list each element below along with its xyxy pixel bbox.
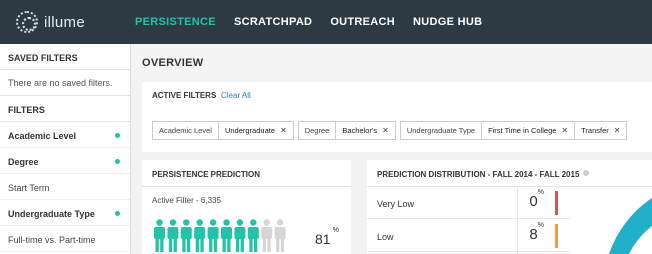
chip-value: Bachelor's bbox=[342, 126, 378, 135]
logo-text: illume bbox=[44, 13, 85, 31]
active-indicator-dot bbox=[115, 133, 120, 138]
filter-chip-degree: Degree Bachelor's ✕ bbox=[297, 121, 396, 140]
logo[interactable]: illume bbox=[0, 0, 131, 44]
person-icon bbox=[167, 219, 179, 252]
person-icon bbox=[180, 219, 192, 252]
filter-label: Degree bbox=[8, 157, 39, 167]
chip-value: First Time in College bbox=[488, 126, 557, 135]
person-icon bbox=[247, 219, 259, 252]
filter-label: Full-time vs. Part-time bbox=[8, 235, 96, 245]
chip-divider bbox=[335, 121, 337, 140]
filter-academic-level[interactable]: Academic Level bbox=[0, 122, 130, 148]
person-icon bbox=[274, 219, 286, 252]
nav-tab-persistence[interactable]: PERSISTENCE bbox=[135, 16, 216, 28]
filter-degree[interactable]: Degree bbox=[0, 148, 130, 174]
person-icon bbox=[154, 219, 165, 252]
divider bbox=[142, 186, 351, 187]
remove-chip-icon[interactable]: ✕ bbox=[382, 126, 389, 135]
chip-value: Transfer bbox=[581, 126, 609, 135]
remove-chip-icon[interactable]: ✕ bbox=[561, 126, 568, 135]
person-icon bbox=[194, 219, 206, 252]
chip-divider bbox=[481, 121, 483, 140]
persistence-prediction-card: PERSISTENCE PREDICTION Active Filter - 6… bbox=[142, 160, 351, 254]
filters-heading: FILTERS bbox=[0, 96, 130, 122]
person-icon bbox=[261, 219, 273, 252]
page-title: OVERVIEW bbox=[142, 57, 204, 69]
active-filters-card: ACTIVE FILTERS Clear All Academic Level … bbox=[142, 82, 652, 152]
remove-chip-icon[interactable]: ✕ bbox=[280, 126, 287, 135]
nav-tab-nudge-hub[interactable]: NUDGE HUB bbox=[413, 16, 482, 28]
filter-chip-undergraduate-type: Undergraduate Type First Time in College… bbox=[399, 121, 628, 140]
active-filters-heading: ACTIVE FILTERS bbox=[152, 91, 217, 100]
active-indicator-dot bbox=[115, 211, 120, 216]
nav-tab-outreach[interactable]: OUTREACH bbox=[330, 16, 395, 28]
chip-label: Academic Level bbox=[159, 126, 212, 135]
clear-all-link[interactable]: Clear All bbox=[221, 91, 251, 100]
chip-label: Undergraduate Type bbox=[406, 126, 476, 135]
chip-label: Degree bbox=[304, 126, 330, 135]
filter-start-term[interactable]: Start Term bbox=[0, 174, 130, 200]
filter-full-time-part-time[interactable]: Full-time vs. Part-time bbox=[0, 226, 130, 252]
filter-undergraduate-type[interactable]: Undergraduate Type bbox=[0, 200, 130, 226]
filter-chips: Academic Level Undergraduate ✕ Degree Ba… bbox=[152, 121, 631, 140]
active-indicator-dot bbox=[115, 159, 120, 164]
person-icons-row bbox=[154, 219, 286, 252]
nav-tab-scratchpad[interactable]: SCRATCHPAD bbox=[234, 16, 312, 28]
donut-segment bbox=[609, 198, 652, 254]
distribution-donut-chart bbox=[609, 198, 652, 254]
illume-logo-icon bbox=[16, 11, 38, 33]
person-icon bbox=[207, 219, 219, 252]
chip-divider bbox=[574, 121, 576, 140]
chip-divider bbox=[217, 121, 219, 140]
main-nav: PERSISTENCE SCRATCHPAD OUTREACH NUDGE HU… bbox=[131, 0, 482, 44]
filter-label: Academic Level bbox=[8, 131, 77, 141]
top-navigation-bar: illume PERSISTENCE SCRATCHPAD OUTREACH N… bbox=[0, 0, 652, 44]
filter-chip-academic-level: Academic Level Undergraduate ✕ bbox=[152, 121, 294, 140]
saved-filters-empty-text: There are no saved filters. bbox=[0, 70, 130, 96]
filter-label: Start Term bbox=[8, 183, 50, 193]
overview-header: OVERVIEW bbox=[132, 44, 652, 79]
filter-label: Undergraduate Type bbox=[8, 209, 95, 219]
active-filter-count: Active Filter - 6,335 bbox=[152, 196, 221, 205]
person-icon bbox=[234, 219, 246, 252]
persistence-percent: 81% bbox=[315, 227, 339, 247]
filters-sidebar: SAVED FILTERS There are no saved filters… bbox=[0, 44, 131, 254]
saved-filters-heading: SAVED FILTERS bbox=[0, 44, 130, 70]
prediction-distribution-card: PREDICTION DISTRIBUTION - FALL 2014 - FA… bbox=[367, 160, 652, 254]
chip-value: Undergraduate bbox=[224, 126, 275, 135]
card-title: PERSISTENCE PREDICTION bbox=[152, 170, 261, 179]
remove-chip-icon[interactable]: ✕ bbox=[614, 126, 621, 135]
person-icon bbox=[221, 219, 232, 252]
